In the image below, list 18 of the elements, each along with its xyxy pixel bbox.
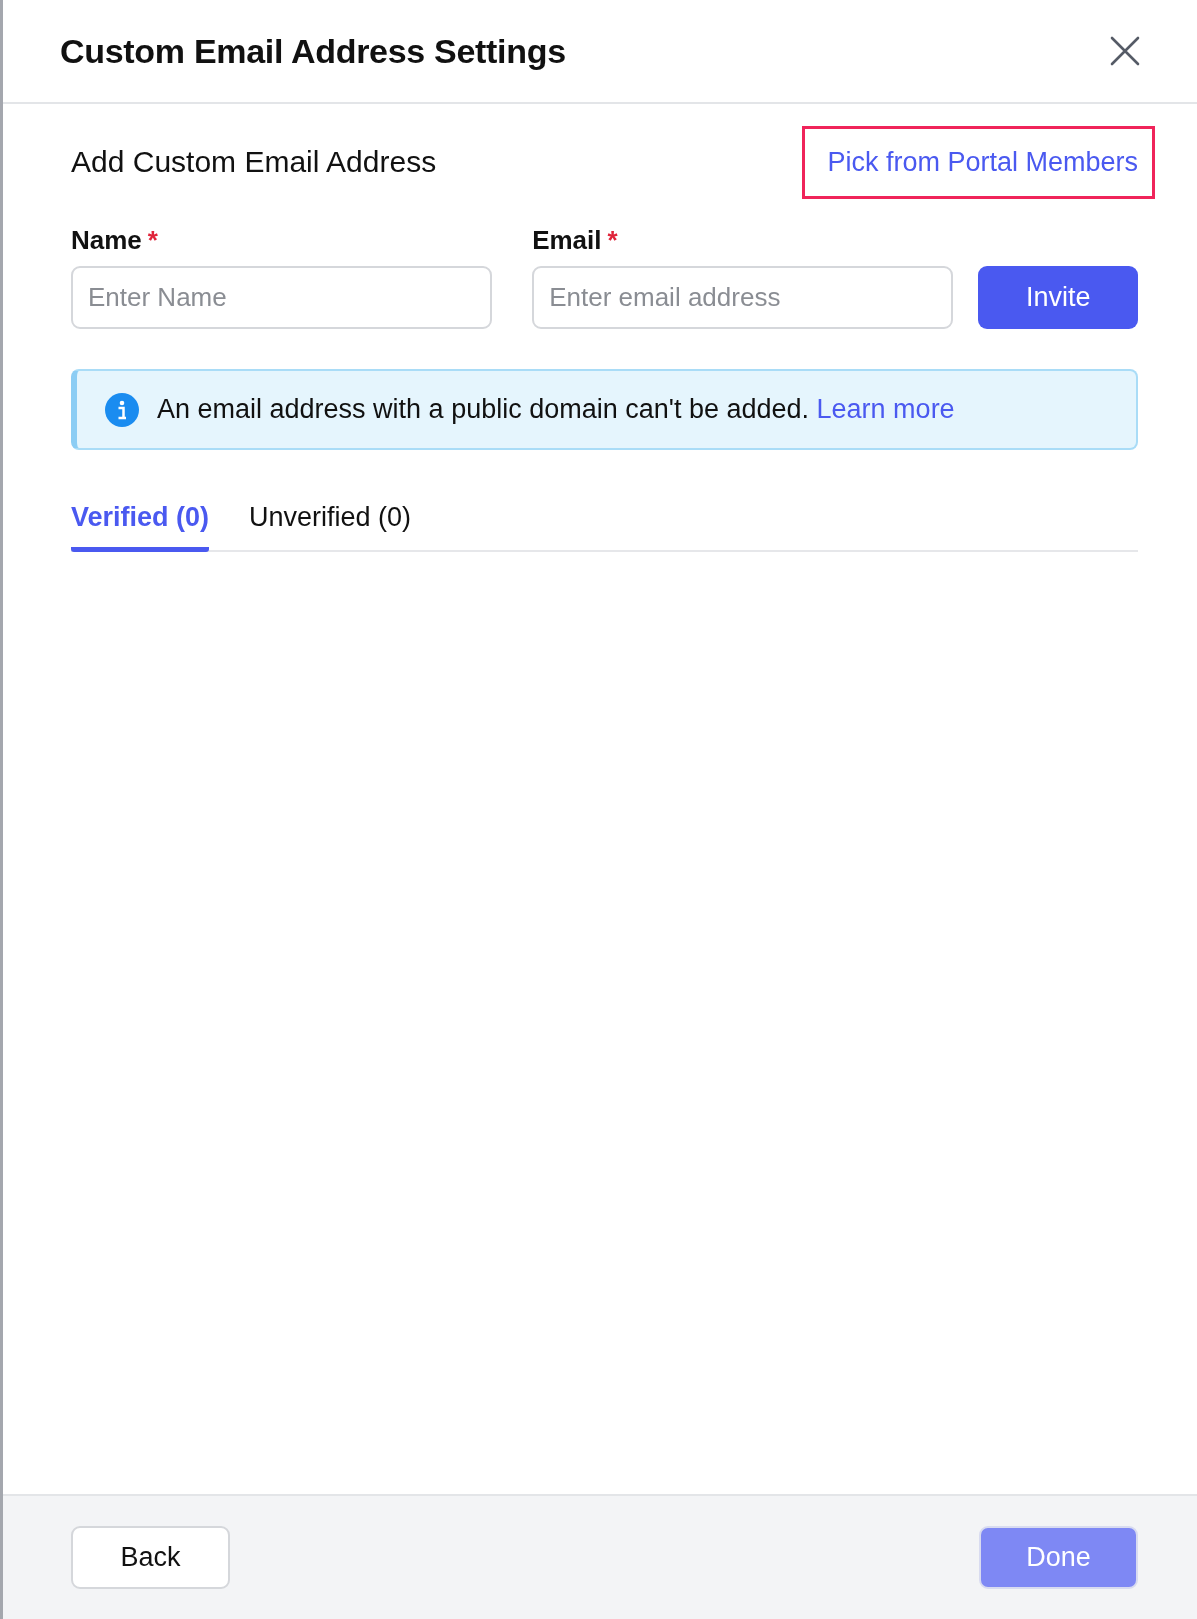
close-button[interactable] bbox=[1109, 35, 1141, 67]
input-field[interactable]: Enter email address bbox=[532, 266, 954, 329]
close-icon bbox=[1109, 35, 1141, 67]
portal-members-link[interactable]: Pick from Portal Members bbox=[802, 125, 1155, 199]
section-title: Add Custom Email Address bbox=[71, 145, 437, 179]
tab[interactable]: Verified (0) bbox=[71, 490, 210, 552]
input-field[interactable]: Enter Name bbox=[71, 266, 493, 329]
info-icon bbox=[105, 392, 139, 427]
info-message: An email address with a public domain can't be added. Learn more bbox=[157, 394, 955, 425]
back-button[interactable]: Back bbox=[71, 1526, 230, 1589]
dialog-title: Custom Email Address Settings bbox=[60, 31, 566, 71]
tab[interactable]: Unverified (0) bbox=[249, 490, 412, 552]
required-mark: * bbox=[607, 225, 618, 255]
field-label: Email bbox=[532, 225, 602, 255]
field-label: Name bbox=[71, 225, 142, 255]
required-mark: * bbox=[147, 225, 158, 255]
learn-more-link[interactable]: Learn more bbox=[816, 394, 955, 424]
invite-button[interactable]: Invite bbox=[978, 266, 1138, 329]
